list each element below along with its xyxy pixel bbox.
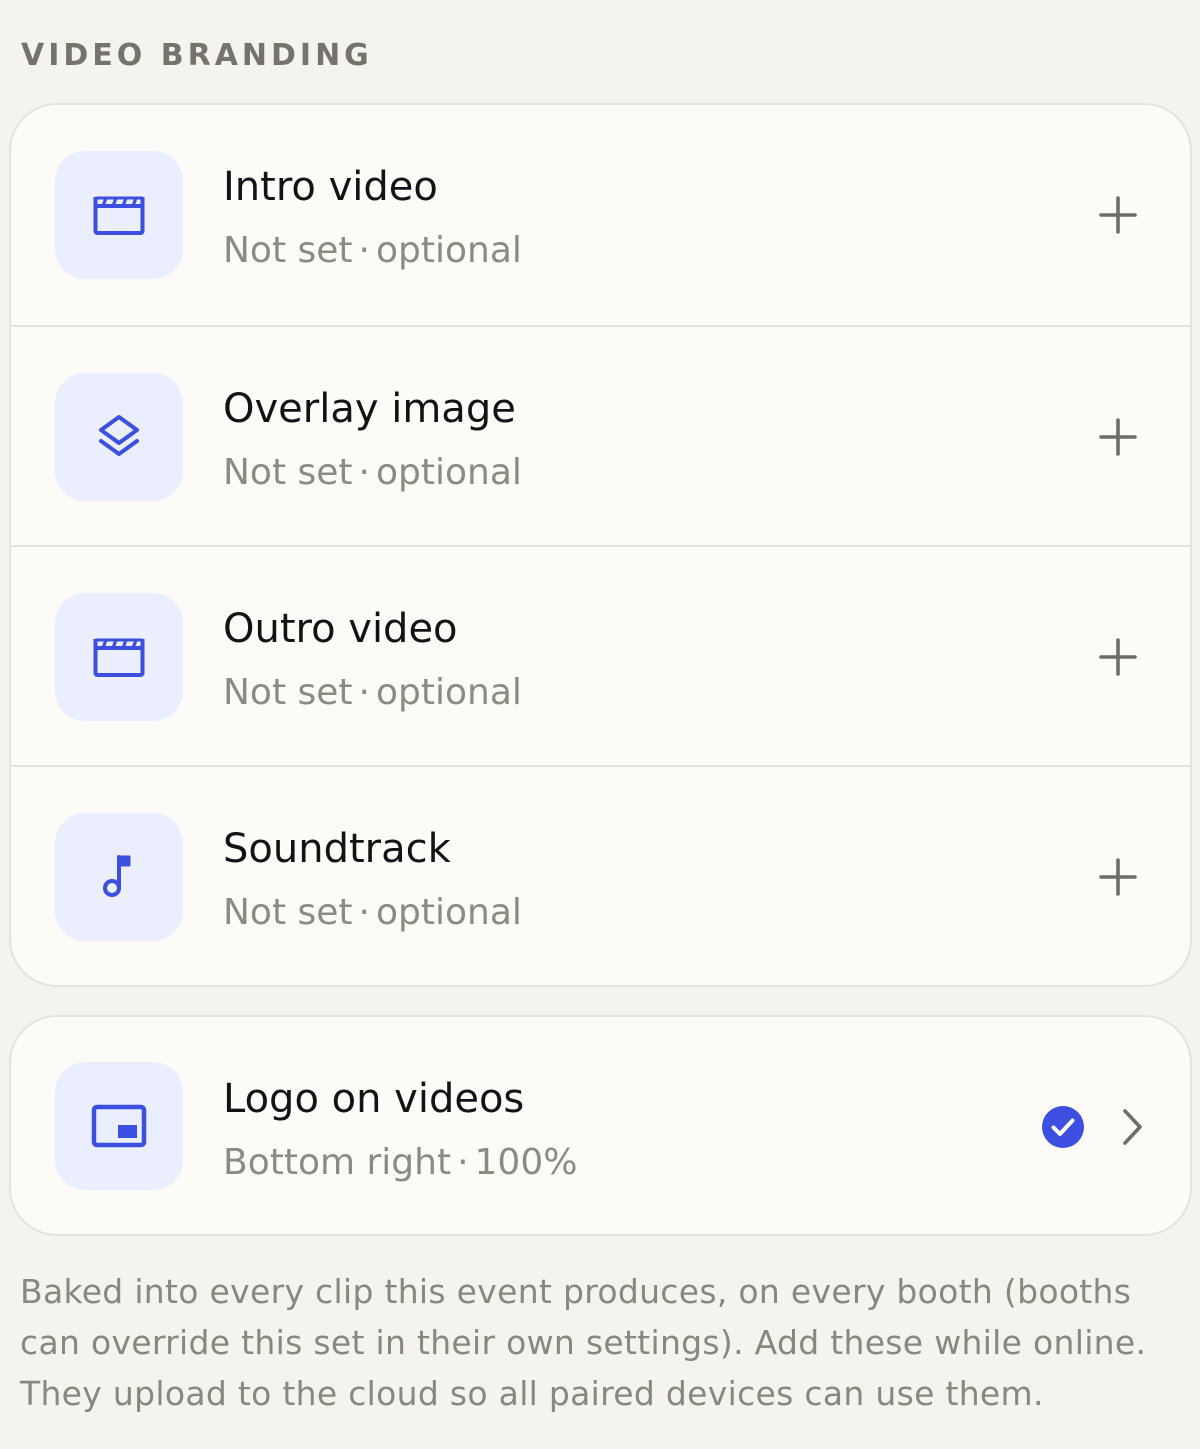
row-title: Logo on videos	[223, 1076, 525, 1122]
row-subtitle: Not set · optional	[223, 672, 522, 713]
icon-tile	[55, 1062, 183, 1190]
footnote: Baked into every clip this event produce…	[20, 1272, 1147, 1413]
row-subtitle: Not set · optional	[223, 452, 522, 493]
plus-icon[interactable]	[1098, 195, 1138, 235]
picture-in-picture-icon	[91, 1104, 147, 1148]
branding-row-overlay-image[interactable]: Overlay image Not set · optional	[11, 325, 1190, 545]
logo-on-videos-card: Logo on videos Bottom right · 100%	[9, 1015, 1192, 1236]
clapperboard-icon	[93, 638, 145, 677]
row-subtitle: Not set · optional	[223, 892, 522, 933]
clapperboard-icon	[93, 196, 145, 235]
chevron-right-icon[interactable]	[1117, 1107, 1147, 1147]
row-subtitle: Bottom right · 100%	[223, 1142, 578, 1183]
row-title: Overlay image	[223, 386, 516, 432]
video-branding-card: Intro video Not set · optional Overlay ima…	[9, 103, 1192, 987]
plus-icon[interactable]	[1098, 417, 1138, 457]
music-note-icon	[103, 855, 131, 897]
icon-tile	[55, 373, 183, 501]
branding-row-intro-video[interactable]: Intro video Not set · optional	[11, 105, 1190, 325]
branding-row-outro-video[interactable]: Outro video Not set · optional	[11, 545, 1190, 765]
icon-tile	[55, 151, 183, 279]
layers-icon	[99, 415, 139, 456]
plus-icon[interactable]	[1098, 857, 1138, 897]
row-subtitle: Not set · optional	[223, 230, 522, 271]
row-title: Outro video	[223, 606, 458, 652]
icon-tile	[55, 593, 183, 721]
logo-on-videos-row[interactable]: Logo on videos Bottom right · 100%	[11, 1017, 1190, 1234]
row-title: Intro video	[223, 164, 438, 210]
plus-icon[interactable]	[1098, 637, 1138, 677]
branding-row-soundtrack[interactable]: Soundtrack Not set · optional	[11, 765, 1190, 985]
icon-tile	[55, 813, 183, 941]
section-title: VIDEO BRANDING	[21, 38, 373, 73]
check-circle-icon	[1042, 1106, 1084, 1148]
row-title: Soundtrack	[223, 826, 451, 872]
